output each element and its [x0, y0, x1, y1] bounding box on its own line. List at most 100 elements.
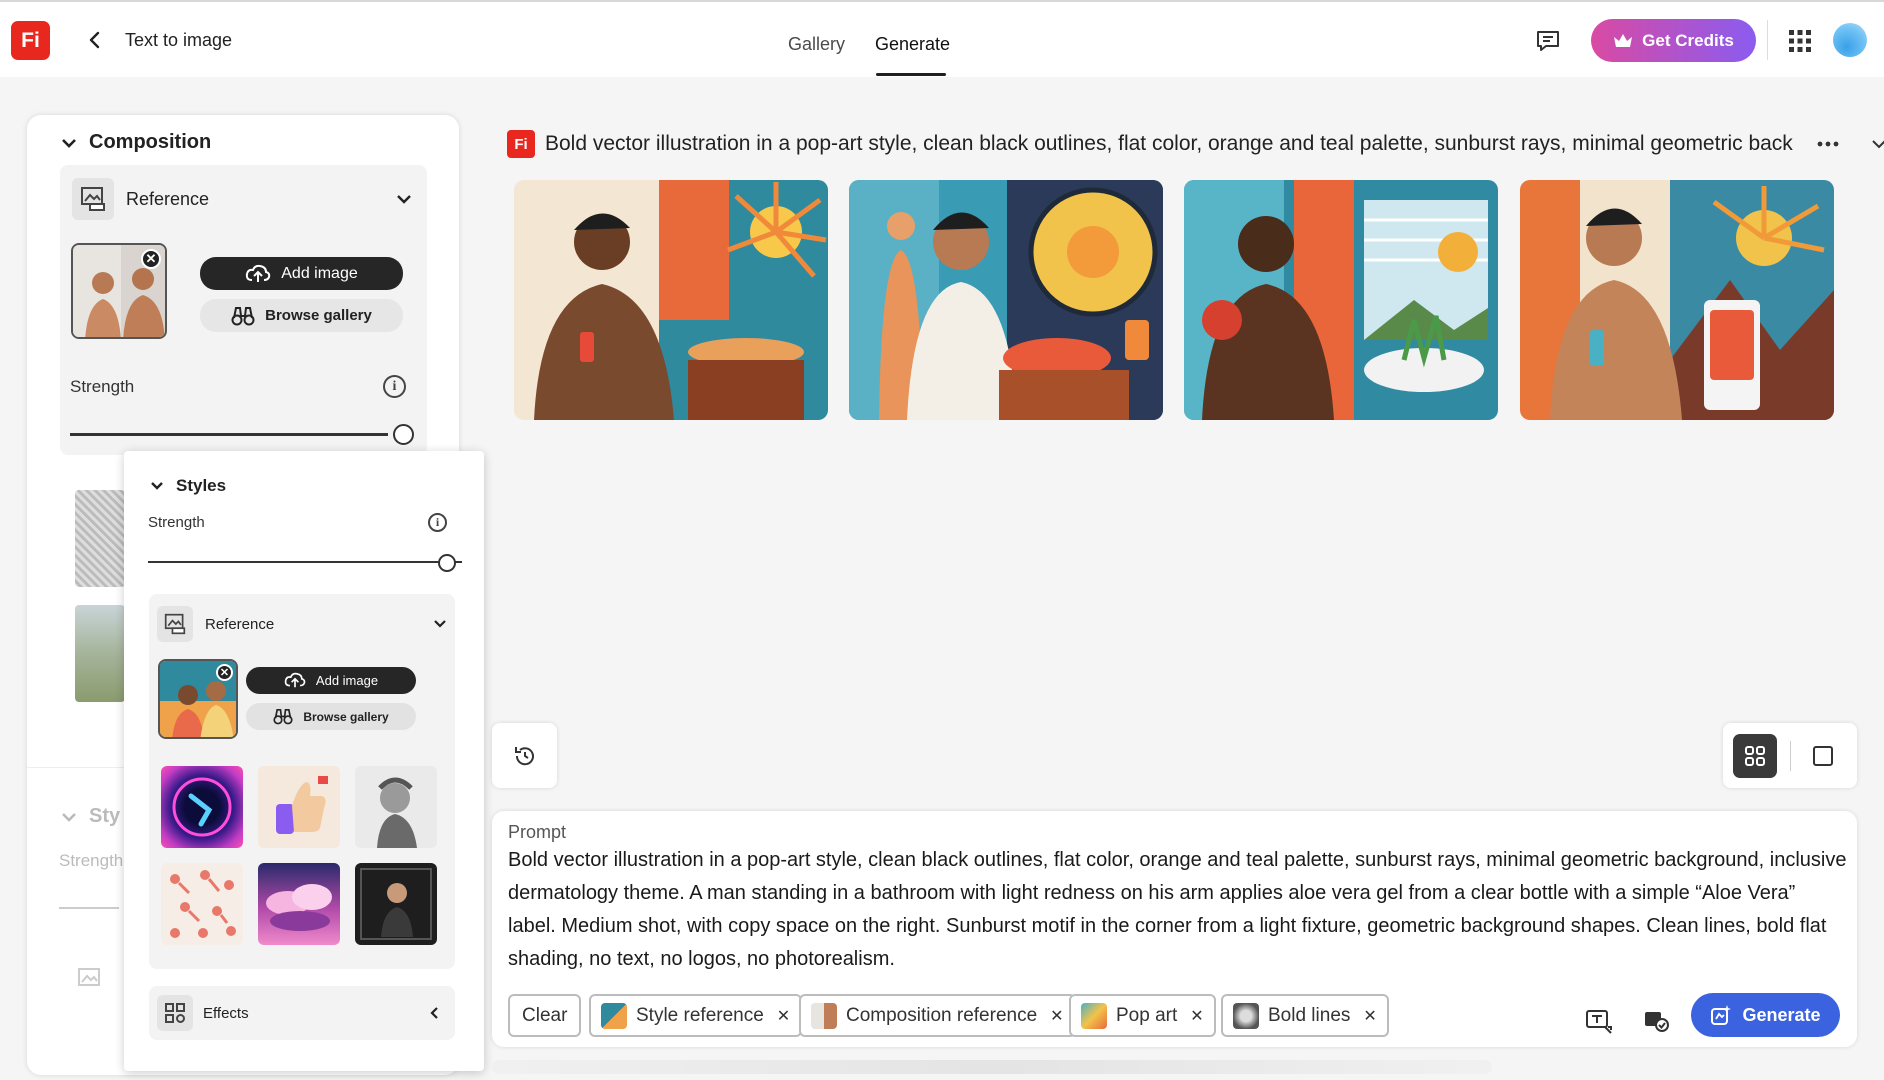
style-preset-pink-clouds[interactable]	[258, 863, 340, 945]
view-toggle	[1723, 723, 1857, 788]
chip-bold-lines[interactable]: Bold lines ✕	[1221, 994, 1389, 1037]
chevron-down-icon	[151, 482, 163, 490]
styles-panel: Styles Strength i Reference ✕ Add image …	[124, 451, 484, 1071]
info-icon[interactable]: i	[383, 375, 406, 398]
cloud-upload-icon	[246, 264, 271, 282]
get-credits-button[interactable]: Get Credits	[1591, 19, 1756, 62]
composition-reference-label: Reference	[126, 188, 210, 209]
pop-art-thumbnail	[1081, 1002, 1107, 1029]
composition-reference-header[interactable]: Reference	[72, 177, 412, 221]
browse-gallery-button[interactable]: Browse gallery	[200, 299, 403, 332]
prompt-textarea[interactable]: Bold vector illustration in a pop-art st…	[508, 844, 1848, 976]
text-effects-icon[interactable]	[1585, 1007, 1613, 1035]
composition-strength-knob[interactable]	[393, 424, 414, 445]
result-title-row: Fi Bold vector illustration in a pop-art…	[507, 130, 1884, 158]
get-credits-label: Get Credits	[1642, 30, 1734, 50]
feedback-chat-icon[interactable]	[1535, 28, 1561, 54]
user-avatar[interactable]	[1833, 23, 1867, 57]
composition-reference-thumbnail	[811, 1002, 837, 1029]
info-icon[interactable]: i	[428, 513, 447, 532]
clear-label: Clear	[522, 1004, 568, 1026]
chevron-down-icon	[434, 620, 446, 628]
history-icon	[514, 746, 534, 765]
browse-gallery-button[interactable]: Browse gallery	[246, 703, 416, 730]
composition-reference-box: Reference ✕ Add image Browse gallery	[60, 165, 427, 455]
prompt-label: Prompt	[508, 822, 567, 842]
effects-section[interactable]: Effects	[149, 986, 455, 1040]
add-image-button[interactable]: Add image	[246, 667, 416, 694]
remove-reference-icon[interactable]: ✕	[216, 664, 233, 681]
chip-label: Pop art	[1116, 1004, 1178, 1026]
composition-header[interactable]: Composition	[61, 131, 211, 154]
clear-button[interactable]: Clear	[508, 994, 582, 1037]
styles-reference-header[interactable]: Reference	[157, 604, 447, 644]
chevron-left-icon	[430, 1007, 438, 1019]
remove-chip-icon[interactable]: ✕	[1363, 1006, 1376, 1026]
browse-gallery-label: Browse gallery	[265, 307, 372, 324]
chevron-down-icon	[397, 195, 411, 204]
styles-strength-track[interactable]	[148, 561, 462, 563]
styles-header[interactable]: Styles	[150, 476, 226, 496]
result-prompt-title: Bold vector illustration in a pop-art st…	[545, 132, 1793, 155]
composition-reference-thumbnail[interactable]: ✕	[71, 243, 167, 339]
style-preset-3d-thumbs-up[interactable]	[258, 766, 340, 848]
generated-image-1[interactable]	[514, 180, 828, 420]
style-preset-pattern-hands[interactable]	[161, 863, 243, 945]
style-preset-dark-portrait[interactable]	[355, 863, 437, 945]
effects-icon	[157, 995, 193, 1031]
apps-grid-icon[interactable]	[1788, 29, 1812, 53]
remove-chip-icon[interactable]: ✕	[1050, 1006, 1063, 1026]
crown-icon	[1614, 33, 1633, 47]
composition-strength-label: Strength	[70, 377, 135, 396]
composition-strength-track[interactable]	[70, 433, 388, 436]
chevron-down-icon	[62, 138, 76, 148]
style-preset-sketch-portrait[interactable]	[355, 766, 437, 848]
bottom-shadow	[492, 1060, 1492, 1074]
binoculars-icon	[273, 709, 293, 725]
page-title: Text to image	[125, 30, 233, 50]
styles-strength-knob[interactable]	[438, 554, 456, 572]
hidden-style-thumbnail	[75, 605, 125, 702]
add-image-label: Add image	[315, 673, 379, 688]
grid-view-button[interactable]	[1733, 734, 1777, 778]
chevron-down-icon[interactable]	[1871, 139, 1884, 149]
chip-style-reference[interactable]: Style reference ✕	[589, 994, 803, 1037]
header-divider	[1767, 20, 1768, 60]
grid-view-icon	[1745, 746, 1765, 766]
add-image-label: Add image	[281, 264, 358, 282]
remove-chip-icon[interactable]: ✕	[1190, 1006, 1203, 1026]
history-button[interactable]	[492, 723, 557, 788]
composition-title: Composition	[89, 131, 212, 153]
tab-gallery[interactable]: Gallery	[788, 34, 845, 55]
binoculars-icon	[231, 306, 255, 325]
chip-label: Composition reference	[846, 1004, 1038, 1026]
image-reference-icon	[157, 606, 193, 642]
remove-chip-icon[interactable]: ✕	[777, 1006, 790, 1026]
firefly-logo[interactable]: Fi	[11, 21, 50, 60]
generated-image-3[interactable]	[1184, 180, 1498, 420]
styles-reference-thumbnail[interactable]: ✕	[158, 659, 238, 739]
view-toggle-divider	[1790, 741, 1791, 771]
style-preset-neon-figure[interactable]	[161, 766, 243, 848]
generate-button[interactable]: Generate	[1691, 993, 1840, 1037]
single-view-button[interactable]	[1805, 738, 1841, 774]
back-arrow-icon[interactable]	[84, 29, 106, 51]
tab-generate[interactable]: Generate	[875, 34, 950, 55]
faded-slider	[59, 907, 119, 909]
more-options-icon[interactable]	[1817, 141, 1839, 147]
generated-image-2[interactable]	[849, 180, 1163, 420]
image-settings-icon[interactable]	[1642, 1007, 1670, 1035]
generate-label: Generate	[1742, 1004, 1821, 1025]
add-image-button[interactable]: Add image	[200, 257, 403, 290]
cloud-upload-icon	[284, 672, 306, 688]
remove-reference-icon[interactable]: ✕	[141, 249, 161, 269]
top-bar: Fi Text to image Gallery Generate Get Cr…	[0, 0, 1884, 77]
prompt-box: Prompt Bold vector illustration in a pop…	[492, 811, 1857, 1047]
generated-image-4[interactable]	[1520, 180, 1834, 420]
chip-label: Style reference	[636, 1004, 764, 1026]
single-view-icon	[1813, 746, 1833, 766]
chip-composition-reference[interactable]: Composition reference ✕	[799, 994, 1076, 1037]
chip-pop-art[interactable]: Pop art ✕	[1069, 994, 1216, 1037]
chevron-down-icon	[62, 812, 76, 822]
styles-reference-box: Reference ✕ Add image Browse gallery	[149, 594, 455, 969]
